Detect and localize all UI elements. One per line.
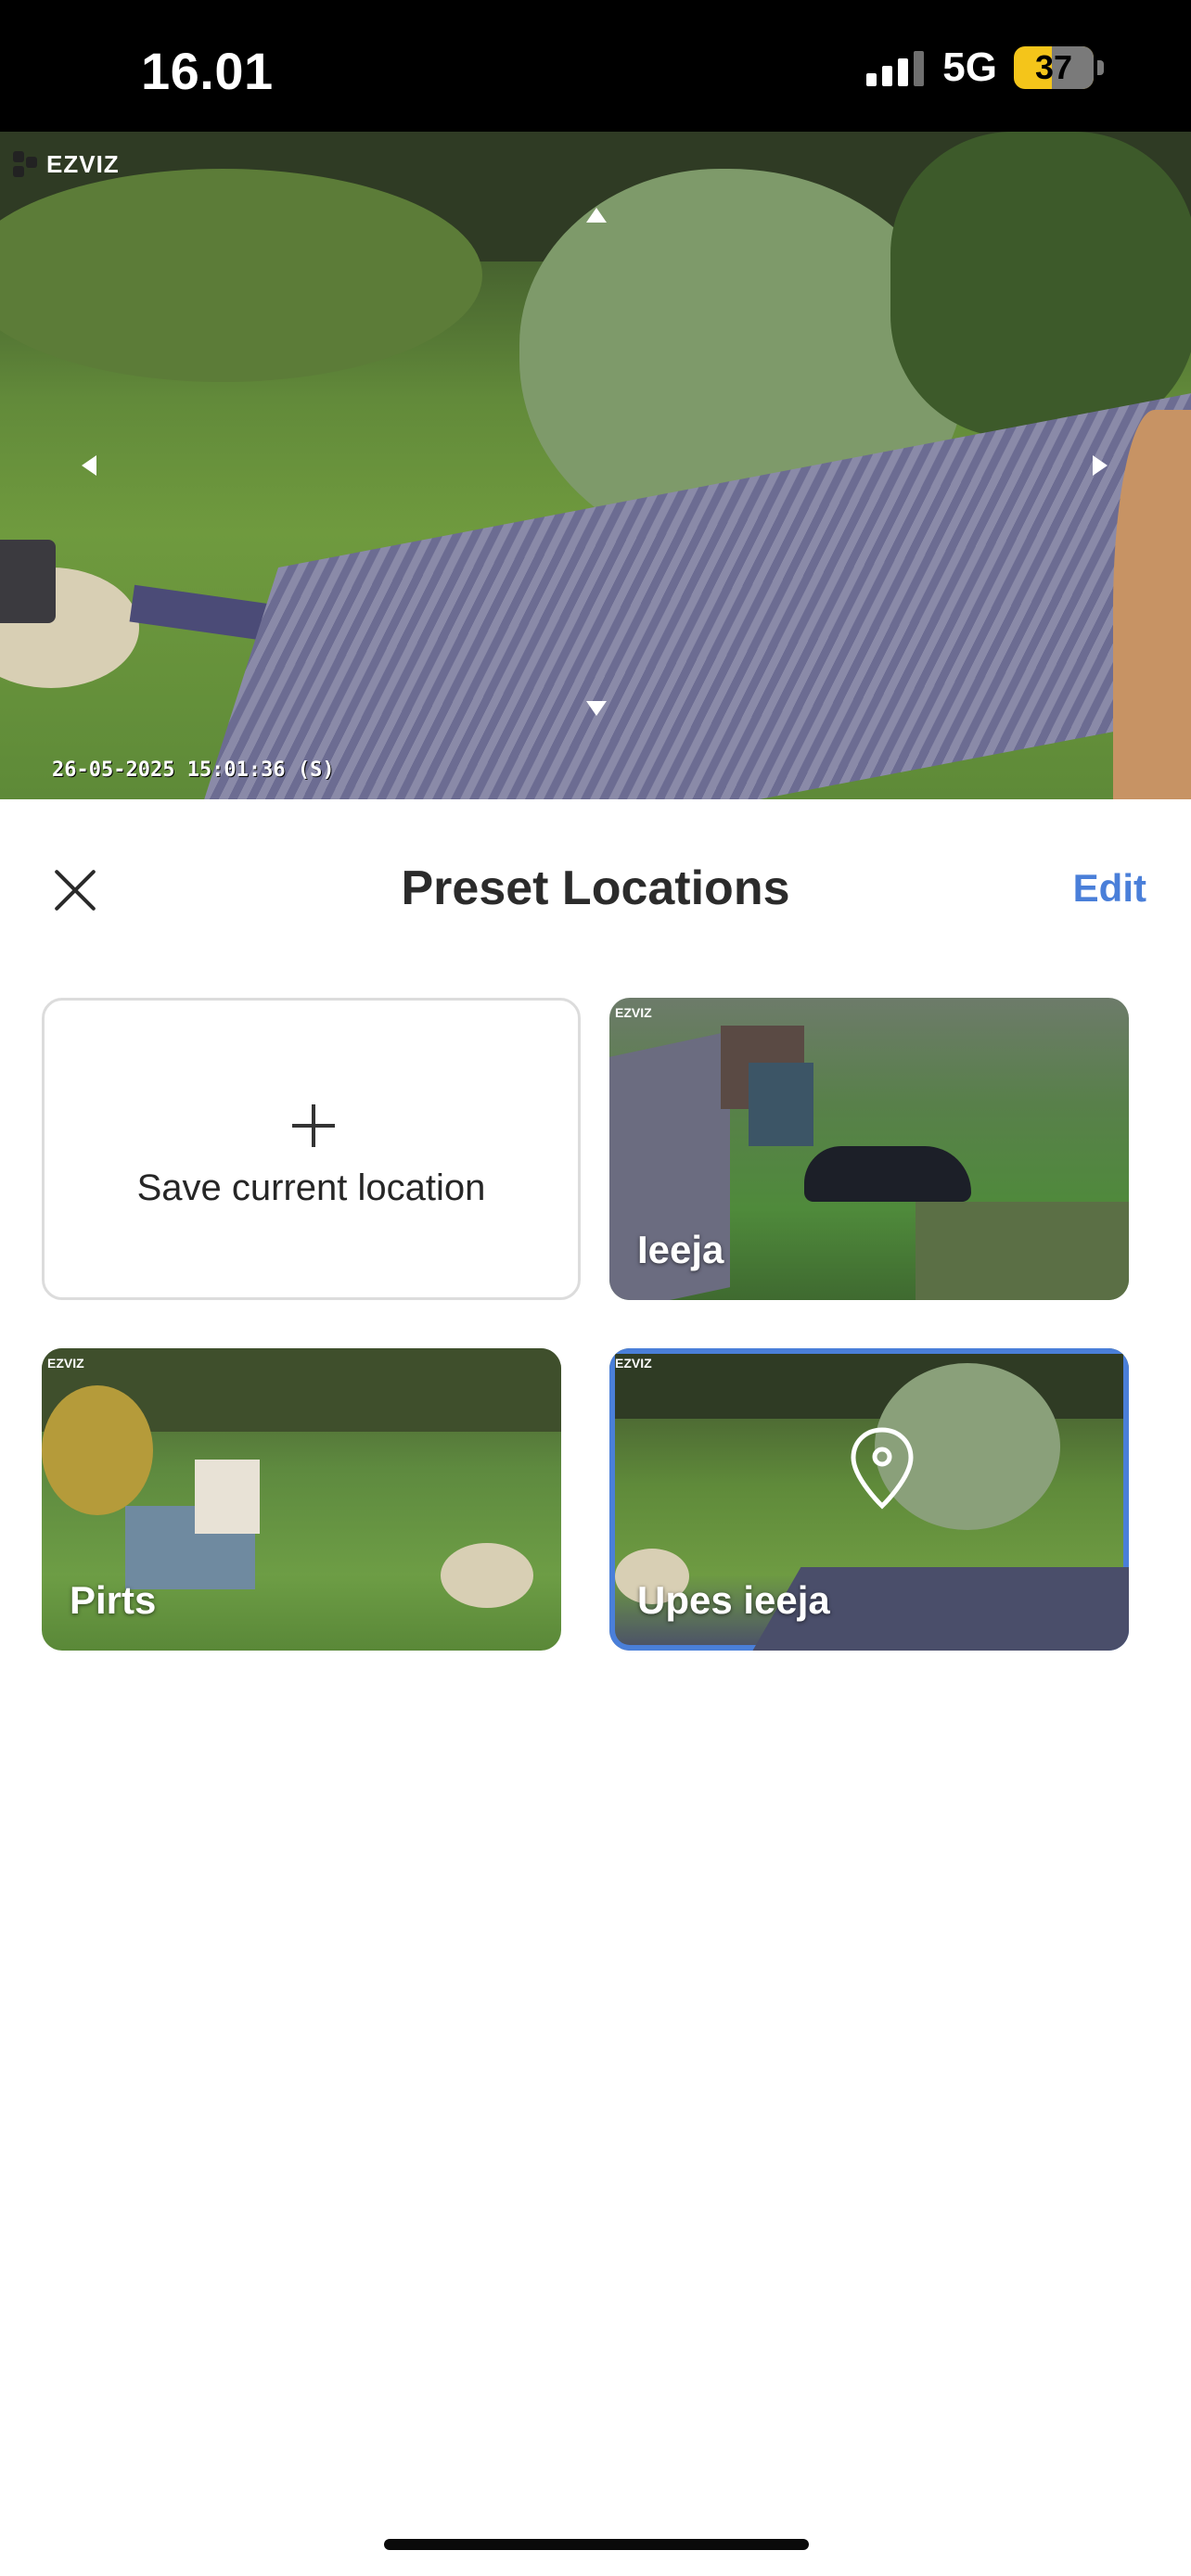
pan-down-icon[interactable] [586, 701, 607, 716]
camera-timestamp: 26-05-2025 15:01:36 (S) [52, 759, 335, 782]
home-indicator[interactable] [384, 2539, 809, 2550]
tree-canopy-right [890, 132, 1191, 438]
hill-trees-left [0, 169, 482, 382]
ezviz-logo-text: EZVIZ [46, 150, 120, 178]
cellular-signal-icon [866, 49, 925, 86]
edit-button[interactable]: Edit [1073, 866, 1146, 911]
plus-icon [292, 1104, 335, 1147]
status-indicators: 5G 37 [866, 45, 1104, 91]
ezviz-watermark: EZVIZ [47, 1356, 84, 1371]
close-button[interactable] [48, 864, 100, 916]
preset-label: Pirts [70, 1578, 157, 1622]
save-current-location-label: Save current location [136, 1167, 486, 1208]
preset-label: Upes ieeja [637, 1578, 830, 1622]
ezviz-watermark: EZVIZ [13, 150, 120, 179]
hot-tub [0, 540, 56, 623]
save-current-location-button[interactable]: Save current location [42, 998, 581, 1300]
location-pin-icon [851, 1427, 914, 1510]
pan-up-icon[interactable] [586, 208, 607, 223]
network-type: 5G [942, 45, 997, 90]
battery-icon: 37 [1014, 46, 1094, 89]
battery-level: 37 [1034, 48, 1073, 86]
ezviz-watermark: EZVIZ [615, 1005, 652, 1020]
pan-left-icon[interactable] [82, 455, 96, 476]
sheet-title: Preset Locations [401, 861, 790, 915]
preset-tile-upes-ieeja[interactable]: EZVIZ Upes ieeja [609, 1348, 1129, 1651]
battery-tip [1097, 60, 1104, 75]
pan-right-icon[interactable] [1093, 455, 1108, 476]
preset-label: Ieeja [637, 1228, 724, 1271]
preset-tile-pirts[interactable]: EZVIZ Pirts [42, 1348, 561, 1651]
status-bar: 16.01 5G 37 [0, 0, 1191, 132]
ezviz-watermark: EZVIZ [615, 1356, 652, 1371]
status-time: 16.01 [141, 42, 274, 100]
ezviz-logo-icon [13, 150, 41, 179]
camera-live-view[interactable]: EZVIZ 26-05-2025 15:01:36 (S) [0, 132, 1191, 799]
wood-beam [1113, 410, 1191, 799]
preset-tile-ieeja[interactable]: EZVIZ Ieeja [609, 998, 1129, 1300]
